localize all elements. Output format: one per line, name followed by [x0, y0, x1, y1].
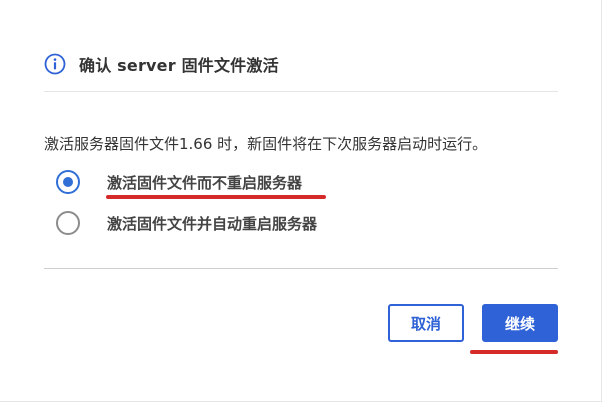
annotation-underline [470, 350, 558, 354]
continue-button[interactable]: 继续 [482, 304, 558, 342]
radio-option-label: 激活固件文件而不重启服务器 [107, 173, 303, 192]
footer-divider [44, 268, 558, 269]
dialog-description: 激活服务器固件文件1.66 时，新固件将在下次服务器启动时运行。 [44, 135, 488, 153]
info-icon [44, 53, 66, 75]
radio-option-auto-restart[interactable]: 激活固件文件并自动重启服务器 [56, 211, 317, 235]
radio-option-no-restart[interactable]: 激活固件文件而不重启服务器 [56, 170, 302, 194]
annotation-underline [106, 195, 326, 199]
radio-option-label: 激活固件文件并自动重启服务器 [107, 214, 318, 233]
header-divider [44, 91, 558, 92]
radio-button-unchecked[interactable] [56, 211, 80, 235]
dialog-title: 确认 server 固件文件激活 [79, 56, 279, 75]
cancel-button[interactable]: 取消 [388, 304, 464, 342]
activation-dialog: 确认 server 固件文件激活 激活服务器固件文件1.66 时，新固件将在下次… [0, 0, 602, 402]
dialog-header: 确认 server 固件文件激活 [44, 50, 279, 78]
radio-button-checked[interactable] [56, 170, 80, 194]
